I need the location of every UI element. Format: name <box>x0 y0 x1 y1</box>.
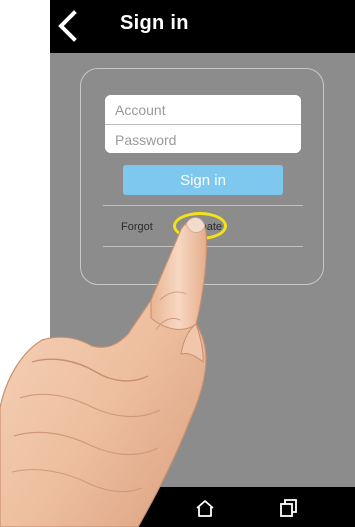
nav-back-icon <box>112 499 127 517</box>
password-input[interactable] <box>105 125 301 153</box>
nav-home-button[interactable] <box>193 497 217 519</box>
nav-recent-button[interactable] <box>276 497 300 519</box>
account-input[interactable] <box>105 95 301 124</box>
top-app-bar: Sign in <box>50 0 355 53</box>
home-icon <box>196 500 214 517</box>
tap-highlight-ring <box>173 212 227 240</box>
divider-top <box>103 205 303 206</box>
page-title: Sign in <box>120 12 189 34</box>
recent-apps-icon <box>280 499 297 517</box>
back-button[interactable] <box>50 0 94 53</box>
phone-screen: Sign in Sign in Forgot Create <box>50 0 355 527</box>
system-nav-bar <box>50 487 355 527</box>
divider-bottom <box>103 246 303 247</box>
signin-button[interactable]: Sign in <box>123 165 283 195</box>
login-card: Sign in Forgot Create <box>80 68 324 285</box>
credentials-group <box>105 95 301 153</box>
nav-back-button[interactable] <box>108 497 132 519</box>
chevron-left-icon <box>58 10 77 42</box>
forgot-link[interactable]: Forgot <box>121 221 153 233</box>
